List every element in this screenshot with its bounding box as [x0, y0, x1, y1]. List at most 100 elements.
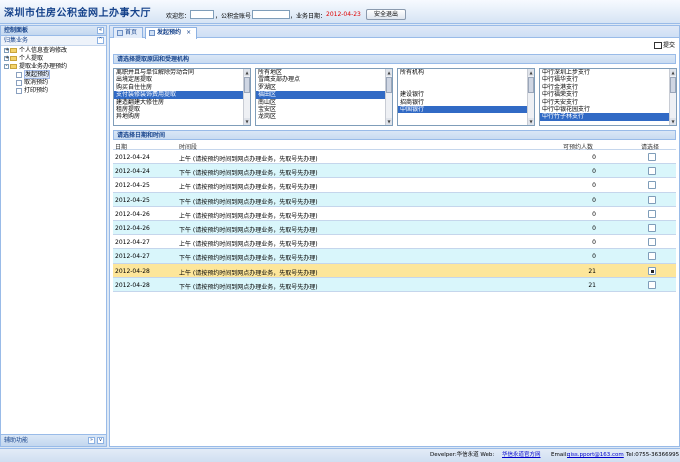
scroll-up-icon[interactable]: ▲ — [386, 69, 392, 76]
table-row[interactable]: 2012-04-24 下午 (请按预约时间到网点办理业务，先取号先办理) 0 — [113, 164, 676, 179]
tab-home[interactable]: 首页 — [113, 27, 144, 38]
list-option[interactable]: 招商银行 — [398, 99, 534, 106]
bank-list[interactable]: 所有机构 建设银行 招商银行 中国银行 ▲ ▼ — [397, 68, 535, 126]
district-list[interactable]: 所有地区 雪鹰支部办理点 罗湖区 福田区 南山区 宝安区 龙岗区 ▲ ▼ — [255, 68, 393, 126]
list-option[interactable]: 建造翻建大修住房 — [114, 99, 250, 106]
scroll-thumb[interactable] — [244, 77, 250, 93]
table-row[interactable]: 2012-04-28 下午 (请按预约时间到网点办理业务，先取号先办理) 21 — [113, 277, 676, 292]
row-date: 2012-04-25 — [115, 182, 150, 190]
row-radio[interactable] — [648, 181, 656, 190]
table-row[interactable]: 2012-04-28 上午 (请按预约时间到网点办理业务，先取号先办理) 21 — [113, 263, 676, 278]
list-option[interactable]: 雪鹰支部办理点 — [256, 76, 392, 83]
scroll-down-icon[interactable]: ▼ — [528, 118, 534, 125]
footer-web-link[interactable]: 华信永道官方网 — [502, 449, 541, 462]
list-option[interactable]: 中行福华支行 — [540, 76, 676, 83]
appointment-grid: 2012-04-24 上午 (请按预约时间到网点办理业务，先取号先办理) 0 2012… — [110, 150, 679, 292]
table-row[interactable]: 2012-04-25 下午 (请按预约时间到网点办理业务，先取号先办理) 0 — [113, 192, 676, 207]
home-icon — [117, 30, 123, 36]
footer-email-label: Email: — [551, 452, 569, 458]
row-radio[interactable] — [648, 153, 656, 161]
sidebar-tree-item[interactable]: 打印预约 — [1, 87, 106, 95]
row-count: 0 — [592, 253, 596, 261]
list-option[interactable] — [398, 76, 534, 83]
footer-tel: Tel:0755-36366995 — [626, 452, 680, 458]
scroll-up-icon[interactable]: ▲ — [670, 69, 676, 76]
expand-icon[interactable]: + — [4, 56, 9, 61]
table-row[interactable]: 2012-04-27 上午 (请按预约时间到网点办理业务，先取号先办理) 0 — [113, 235, 676, 250]
close-icon[interactable]: × — [186, 29, 191, 36]
row-slot: 下午 (请按预约时间到网点办理业务，先取号先办理) — [179, 226, 318, 234]
logout-button[interactable]: 安全退出 — [366, 9, 406, 20]
list-option[interactable]: 福田区 — [256, 91, 392, 99]
table-row[interactable]: 2012-04-25 上午 (请按预约时间到网点办理业务，先取号先办理) 0 — [113, 178, 676, 193]
row-radio[interactable] — [648, 252, 656, 261]
row-radio[interactable] — [648, 195, 656, 204]
row-count: 0 — [592, 196, 596, 204]
submit-button[interactable]: 提交 — [653, 41, 675, 51]
sidebar-title: 控制面板 — [4, 27, 29, 34]
collapse-icon[interactable]: « — [97, 27, 104, 34]
row-radio[interactable] — [648, 280, 656, 289]
list-option[interactable]: 出境定居提取 — [114, 76, 250, 83]
row-radio[interactable] — [648, 223, 656, 232]
sidebar-section[interactable]: 归集业务 ^ — [1, 36, 106, 46]
scroll-thumb[interactable] — [528, 77, 534, 93]
list-option[interactable]: 所有机构 — [398, 69, 534, 76]
scroll-down-icon[interactable]: ▼ — [670, 118, 676, 125]
table-row[interactable]: 2012-04-24 上午 (请按预约时间到网点办理业务，先取号先办理) 0 — [113, 150, 676, 165]
scroll-up-icon[interactable]: ▲ — [244, 69, 250, 76]
list-option[interactable]: 罗湖区 — [256, 84, 392, 91]
list-option[interactable]: 中行天安支行 — [540, 99, 676, 106]
sidebar-tree-label: 个人信息查询修改 — [19, 47, 68, 54]
row-radio[interactable] — [648, 167, 656, 176]
row-radio[interactable] — [648, 209, 656, 218]
sidebar-tree-item[interactable]: 发起预约 — [1, 70, 106, 79]
row-radio[interactable] — [648, 238, 656, 247]
expand-icon[interactable]: » — [88, 437, 95, 444]
scroll-up-icon[interactable]: ▲ — [528, 69, 534, 76]
scrollbar[interactable]: ▲ ▼ — [527, 69, 534, 125]
table-row[interactable]: 2012-04-26 上午 (请按预约时间到网点办理业务，先取号先办理) 0 — [113, 207, 676, 221]
row-slot: 上午 (请按预约时间到网点办理业务，先取号先办理) — [179, 241, 318, 249]
reason-list[interactable]: 离职并且与单位解除劳动合同 出境定居提取 购买自住住房 支付装修装饰费用提取 建造翻建大… — [113, 68, 251, 126]
sidebar-tree-item[interactable]: - 提取业务办理预约 — [1, 63, 106, 71]
scroll-thumb[interactable] — [386, 77, 392, 93]
scrollbar[interactable]: ▲ ▼ — [243, 69, 250, 125]
list-option[interactable]: 建设银行 — [398, 91, 534, 98]
footer-email-link[interactable]: qiss.pport@163.com — [567, 449, 624, 462]
scroll-down-icon[interactable]: ▼ — [386, 118, 392, 125]
scrollbar[interactable]: ▲ ▼ — [385, 69, 392, 125]
row-slot: 下午 (请按预约时间到网点办理业务，先取号先办理) — [179, 283, 318, 291]
list-option[interactable]: 异地购房 — [114, 113, 250, 120]
sidebar-tree-item[interactable]: + 个人信息查询修改 — [1, 47, 106, 55]
expand-icon[interactable]: + — [4, 48, 9, 53]
scrollbar[interactable]: ▲ ▼ — [669, 69, 676, 125]
list-option[interactable]: 中国银行 — [398, 105, 534, 114]
sidebar-header: 控制面板 « — [1, 26, 106, 36]
chevron-down-icon[interactable]: v — [97, 437, 104, 444]
date-label: ，业务日期： — [290, 13, 327, 20]
sidebar-tree-item[interactable]: 取消预约 — [1, 79, 106, 87]
chevron-up-icon[interactable]: ^ — [97, 37, 104, 44]
branch-list[interactable]: 中行深圳上步支行 中行福华支行 中行金港支行 中行福荣支行 中行天安支行 中行中银花园支行… — [539, 68, 677, 126]
list-option[interactable]: 龙岗区 — [256, 113, 392, 120]
collapse-icon[interactable]: - — [4, 64, 9, 69]
list-option[interactable]: 宝安区 — [256, 106, 392, 113]
document-icon — [149, 30, 155, 36]
list-option[interactable]: 支付装修装饰费用提取 — [114, 91, 250, 99]
table-row[interactable]: 2012-04-26 下午 (请按预约时间到网点办理业务，先取号先办理) 0 — [113, 220, 676, 236]
list-option[interactable]: 中行竹子林支行 — [540, 113, 676, 121]
scroll-thumb[interactable] — [670, 77, 676, 93]
username-field — [190, 10, 214, 19]
scroll-down-icon[interactable]: ▼ — [244, 118, 250, 125]
list-option[interactable]: 中行福荣支行 — [540, 91, 676, 98]
page-icon — [16, 71, 22, 78]
page-icon — [16, 87, 22, 94]
sidebar-tree-item[interactable]: + 个人提取 — [1, 55, 106, 63]
table-row[interactable]: 2012-04-27 下午 (请按预约时间到网点办理业务，先取号先办理) 0 — [113, 249, 676, 264]
sidebar-tree-label: 发起预约 — [24, 70, 51, 79]
row-radio[interactable] — [648, 266, 656, 275]
sidebar-footer[interactable]: 辅助功能 » v — [1, 434, 106, 446]
list-option[interactable]: 南山区 — [256, 99, 392, 106]
sidebar-footer-label: 辅助功能 — [4, 437, 29, 444]
